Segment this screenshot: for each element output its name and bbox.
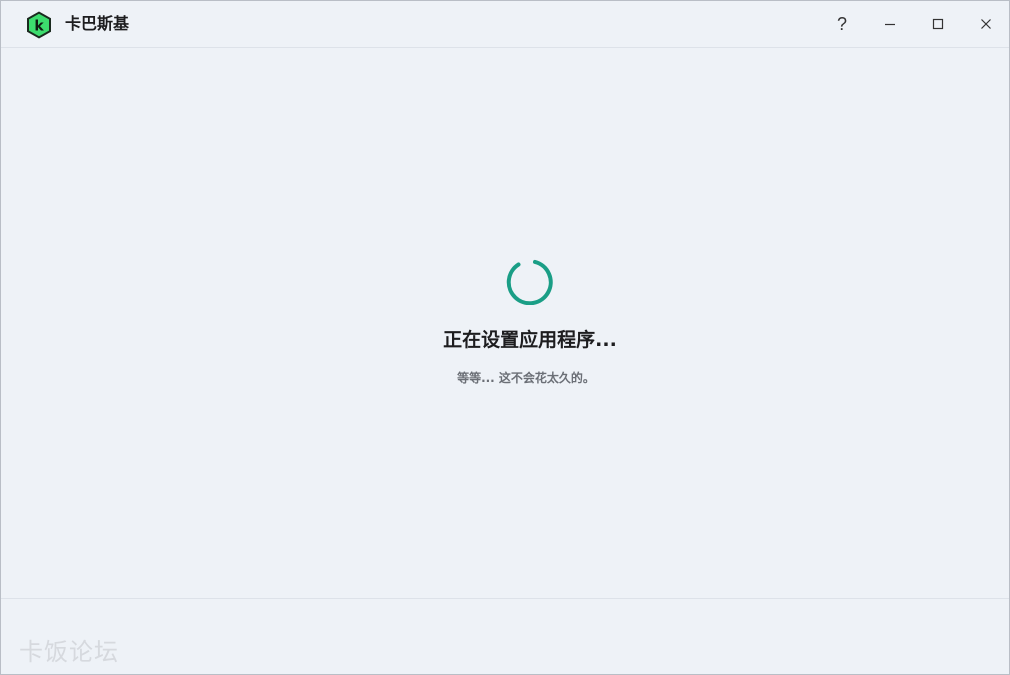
loading-spinner-icon [505,257,553,306]
help-button[interactable]: ? [819,1,865,47]
close-button[interactable] [963,1,1009,47]
kaspersky-logo-icon: k [24,10,54,40]
footer-bar: 卡饭论坛 [1,598,1009,674]
maximize-icon [932,18,944,30]
minimize-button[interactable] [867,1,913,47]
status-subtitle: 等等... 这不会花太久的。 [457,371,595,385]
maximize-button[interactable] [915,1,961,47]
app-window: k 卡巴斯基 ? 正在设置应用程序... 等等... 这不会花太久的。 卡饭论坛 [0,0,1010,675]
help-icon: ? [836,13,847,34]
app-title: 卡巴斯基 [65,14,130,33]
main-content: 正在设置应用程序... 等等... 这不会花太久的。 [1,48,1009,598]
status-title: 正在设置应用程序... [443,329,617,351]
close-icon [981,19,991,29]
watermark-text: 卡饭论坛 [19,638,119,666]
svg-text:k: k [34,19,44,35]
title-bar[interactable]: k 卡巴斯基 ? [1,1,1009,48]
minimize-icon [885,23,895,26]
